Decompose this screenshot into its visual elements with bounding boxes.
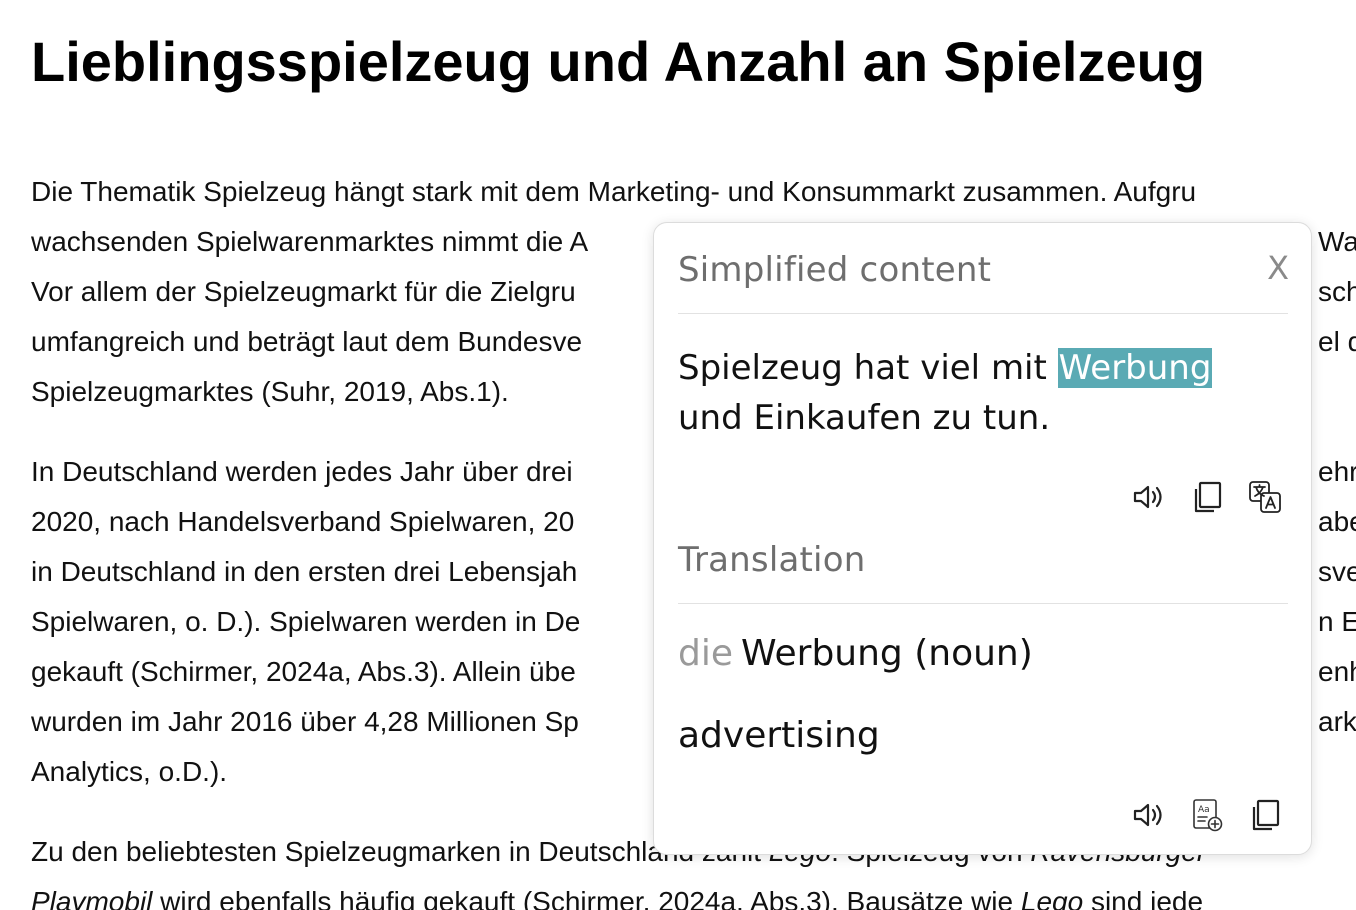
translation-word: die Werbung (noun) — [678, 633, 1033, 674]
paragraph-line: 2020, nach Handelsverband Spielwaren, 20 — [31, 506, 575, 537]
copy-icon[interactable] — [1189, 479, 1225, 515]
paragraph-line: gekauft (Schirmer, 2024a, Abs.3). Allein… — [31, 656, 576, 687]
paragraph-line: In Deutschland werden jedes Jahr über dr… — [31, 456, 573, 487]
paragraph-line: wurden im Jahr 2016 über 4,28 Millionen … — [31, 706, 579, 737]
translate-icon[interactable] — [1247, 479, 1283, 515]
paragraph-1-right-fragments: Wab sch el d — [1318, 167, 1356, 417]
paragraph-line: in Deutschland in den ersten drei Lebens… — [31, 556, 578, 587]
translation-actions: Aa — [1131, 797, 1283, 833]
highlighted-word[interactable]: Werbung — [1057, 348, 1213, 388]
paragraph-2-right-fragments: ehrin abe sver n E enha ark — [1318, 447, 1356, 797]
simplified-content-title: Simplified content — [678, 250, 992, 290]
svg-text:Aa: Aa — [1198, 805, 1210, 815]
text-run: sind jede — [1083, 886, 1204, 910]
page-title: Lieblingsspielzeug und Anzahl an Spielze… — [31, 30, 1206, 93]
text-fragment: Wab — [1318, 226, 1356, 257]
text-run: wird ebenfalls häufig gekauft (Schirmer,… — [152, 886, 1021, 910]
paragraph-line: Playmobil wird ebenfalls häufig gekauft … — [31, 877, 1206, 910]
word-with-pos: Werbung (noun) — [741, 633, 1033, 674]
text-fragment: sch — [1318, 276, 1356, 307]
text-fragment: el d — [1318, 326, 1356, 357]
simplified-text-run: Spielzeug hat viel mit — [678, 348, 1058, 388]
paragraph-2: In Deutschland werden jedes Jahr über dr… — [31, 447, 580, 797]
speaker-icon[interactable] — [1131, 797, 1167, 833]
speaker-icon[interactable] — [1131, 479, 1167, 515]
simplified-text[interactable]: Spielzeug hat viel mit Werbung und Einka… — [678, 343, 1278, 443]
brand-name: Lego — [1020, 886, 1084, 910]
divider — [678, 603, 1288, 604]
copy-icon[interactable] — [1247, 797, 1283, 833]
simplified-actions — [1131, 479, 1283, 515]
paragraph-line: Analytics, o.D.). — [31, 756, 228, 787]
text-fragment — [1318, 747, 1356, 797]
simplified-text-run: und Einkaufen zu tun. — [678, 398, 1051, 438]
text-fragment — [1318, 167, 1356, 217]
brand-name: Playmobil — [31, 886, 153, 910]
translation-title: Translation — [678, 540, 866, 580]
paragraph-line: Die Thematik Spielzeug hängt stark mit d… — [31, 176, 1197, 207]
text-fragment: abe — [1318, 506, 1356, 537]
simplify-popup: Simplified content X Spielzeug hat viel … — [653, 222, 1312, 855]
text-fragment: sver — [1318, 556, 1356, 587]
close-button[interactable]: X — [1267, 249, 1289, 287]
text-fragment: enha — [1318, 656, 1356, 687]
text-fragment: ehrin — [1318, 456, 1356, 487]
text-fragment — [1318, 367, 1356, 417]
divider — [678, 313, 1288, 314]
translation-meaning: advertising — [678, 715, 880, 756]
word-article: die — [678, 633, 734, 674]
text-fragment: n E — [1318, 606, 1356, 637]
text-fragment: ark — [1318, 706, 1356, 737]
add-vocabulary-icon[interactable]: Aa — [1189, 797, 1225, 833]
paragraph-line: Spielwaren, o. D.). Spielwaren werden in… — [31, 606, 581, 637]
